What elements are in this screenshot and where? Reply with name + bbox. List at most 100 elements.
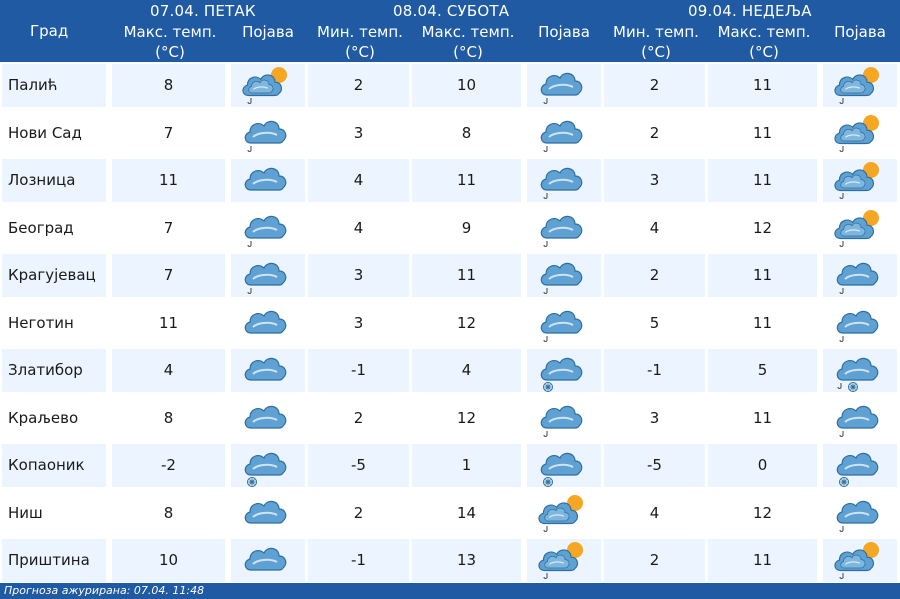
day-2-weather-cell [527, 491, 601, 535]
day-3-weather-cell [823, 539, 897, 582]
day-3-min-temp-cell: 2 [604, 111, 705, 155]
day-3-min-temp: 2 [649, 76, 660, 94]
day-2-max-temp: 13 [456, 551, 477, 569]
day-1-max-temp: 7 [163, 218, 174, 237]
city-name: Приштина [8, 551, 90, 569]
day-3-min-temp: 5 [649, 313, 660, 332]
day-1-max-temp: 11 [158, 313, 179, 332]
day-2-min-header: Мин. темп. (°C) [308, 22, 412, 62]
day-3-weather-cell [823, 396, 897, 440]
day-2-max-temp-cell: 1 [412, 444, 521, 487]
table-row: Краљево 8 2 12 3 11 [0, 395, 900, 443]
day-2-min-temp: -5 [351, 456, 366, 474]
day-1-weather-cell [231, 111, 305, 155]
day-2-max-temp-cell: 4 [412, 349, 521, 392]
day-2-min-temp-cell: -1 [308, 539, 409, 582]
day-1-phenomenon-header: Појава [242, 23, 294, 41]
day-2-weather-cell [527, 159, 601, 202]
day-3-max-temp-cell: 0 [708, 444, 817, 487]
day-3-max-temp: 0 [757, 456, 768, 474]
day-3-min-temp: 2 [649, 123, 660, 142]
day-2-max-temp: 14 [456, 503, 477, 522]
day-3-weather-cell [823, 491, 897, 535]
day-3-min-temp-cell: -1 [604, 349, 705, 392]
unit-label: (°C) [453, 43, 483, 61]
day-1-max-temp: 7 [163, 123, 174, 142]
city-name-cell: Београд [2, 206, 106, 250]
day-1-weather-cell [231, 206, 305, 250]
day-1-max-temp: 8 [163, 76, 174, 94]
day-3-min-temp-cell: 4 [604, 491, 705, 535]
day-3-min-temp-cell: 2 [604, 64, 705, 107]
day-1-max-temp-cell: 4 [112, 349, 225, 392]
day-2-min-temp: 4 [353, 171, 364, 189]
day-2-max-temp-cell: 9 [412, 206, 521, 250]
day-3-max-temp-cell: 11 [708, 396, 817, 440]
day-1-max-temp-cell: 11 [112, 159, 225, 202]
day-3-weather-cell [823, 254, 897, 297]
day-2-max-header: Макс. темп. (°C) [412, 22, 524, 62]
day-2-min-temp: -1 [351, 551, 366, 569]
day-2-max-temp-cell: 10 [412, 64, 521, 107]
day-3-min-header: Мин. темп. (°C) [604, 22, 708, 62]
day-2-min-temp-cell: 2 [308, 64, 409, 107]
day-1-weather-cell [231, 301, 305, 345]
city-name-cell: Ниш [2, 491, 106, 535]
day-2-min-temp-cell: -1 [308, 349, 409, 392]
city-name: Ниш [8, 503, 43, 522]
table-row: Београд 7 4 9 4 12 [0, 205, 900, 253]
city-name-cell: Крагујевац [2, 254, 106, 297]
city-name-cell: Палић [2, 64, 106, 107]
day-3-weather-cell [823, 64, 897, 107]
day-3-min-temp-cell: -5 [604, 444, 705, 487]
day-2-min-temp: 3 [353, 266, 364, 284]
unit-label: (°C) [345, 43, 375, 61]
day-2-max-temp-cell: 12 [412, 301, 521, 345]
table-row: Неготин 11 3 12 5 11 [0, 300, 900, 348]
day-3-max-temp: 11 [752, 313, 773, 332]
day-3-min-temp-cell: 2 [604, 254, 705, 297]
min-temp-label: Мин. темп. [317, 23, 403, 41]
city-name: Краљево [8, 408, 79, 427]
city-name: Златибор [8, 361, 83, 379]
day-2-min-temp-cell: 3 [308, 254, 409, 297]
day-3-max-temp: 11 [752, 171, 773, 189]
day-2-min-temp: 3 [353, 313, 364, 332]
day-1-max-temp: 4 [163, 361, 174, 379]
day-3-min-temp: 2 [649, 266, 660, 284]
city-name: Крагујевац [8, 266, 96, 284]
day-1-max-temp-cell: 8 [112, 396, 225, 440]
day-1-weather-cell [231, 491, 305, 535]
city-name-cell: Златибор [2, 349, 106, 392]
day-1-max-temp: 11 [158, 171, 179, 189]
day-1-max-temp-cell: 7 [112, 111, 225, 155]
day-1-max-temp: -2 [161, 456, 176, 474]
day-3-min-temp-cell: 5 [604, 301, 705, 345]
day-3-max-temp-cell: 11 [708, 111, 817, 155]
day-2-max-temp: 11 [456, 171, 477, 189]
update-footer: Прогноза ажурирана: 07.04. 11:48 [0, 583, 900, 599]
max-temp-label: Макс. темп. [123, 23, 217, 41]
day-3-max-temp-cell: 12 [708, 491, 817, 535]
day-2-min-temp: 2 [353, 503, 364, 522]
day-2-weather-cell [527, 444, 601, 487]
max-temp-label: Макс. темп. [421, 23, 515, 41]
day-3-max-temp: 11 [752, 123, 773, 142]
day-2-min-temp-cell: 4 [308, 159, 409, 202]
day-3-max-temp-cell: 11 [708, 301, 817, 345]
day-1-weather-cell [231, 444, 305, 487]
day-1-max-temp-cell: 8 [112, 491, 225, 535]
update-text: Прогноза ажурирана: 07.04. 11:48 [4, 584, 205, 597]
table-row: Златибор 4 -1 4 -1 5 [0, 347, 900, 395]
day-2-max-temp-cell: 11 [412, 254, 521, 297]
day-3-min-temp-cell: 4 [604, 206, 705, 250]
table-row: Палић 8 2 10 2 11 [0, 62, 900, 110]
day-3-max-header: Макс. темп. (°C) [708, 22, 820, 62]
day-2-phenomenon-header: Појава [538, 23, 590, 41]
day-2-min-temp-cell: 3 [308, 111, 409, 155]
day-2-min-temp: 3 [353, 123, 364, 142]
forecast-widget: 07.04. ПЕТАК 08.04. СУБОТА 09.04. НЕДЕЉА… [0, 0, 900, 599]
table-row: Приштина 10 -1 13 2 11 [0, 537, 900, 585]
day-2-max-temp: 12 [456, 313, 477, 332]
day-2-weather-cell [527, 349, 601, 392]
